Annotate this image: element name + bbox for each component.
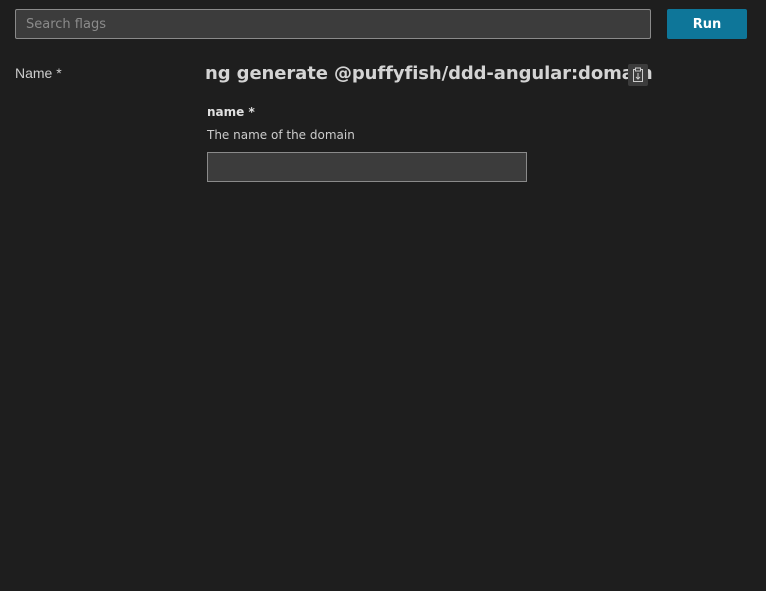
command-title: ng generate @puffyfish/ddd-angular:domai… bbox=[205, 63, 653, 84]
run-button[interactable]: Run bbox=[667, 9, 747, 39]
field-description-name: The name of the domain bbox=[207, 128, 355, 142]
generator-form-view: Run Name * ng generate @puffyfish/ddd-an… bbox=[0, 0, 766, 591]
name-field-input[interactable] bbox=[207, 152, 527, 182]
copy-command-button[interactable] bbox=[628, 64, 648, 86]
sidebar-item-name[interactable]: Name * bbox=[15, 65, 62, 81]
field-label-name: name * bbox=[207, 105, 255, 119]
copy-command-icon bbox=[633, 67, 643, 82]
search-flags-input[interactable] bbox=[15, 9, 651, 39]
